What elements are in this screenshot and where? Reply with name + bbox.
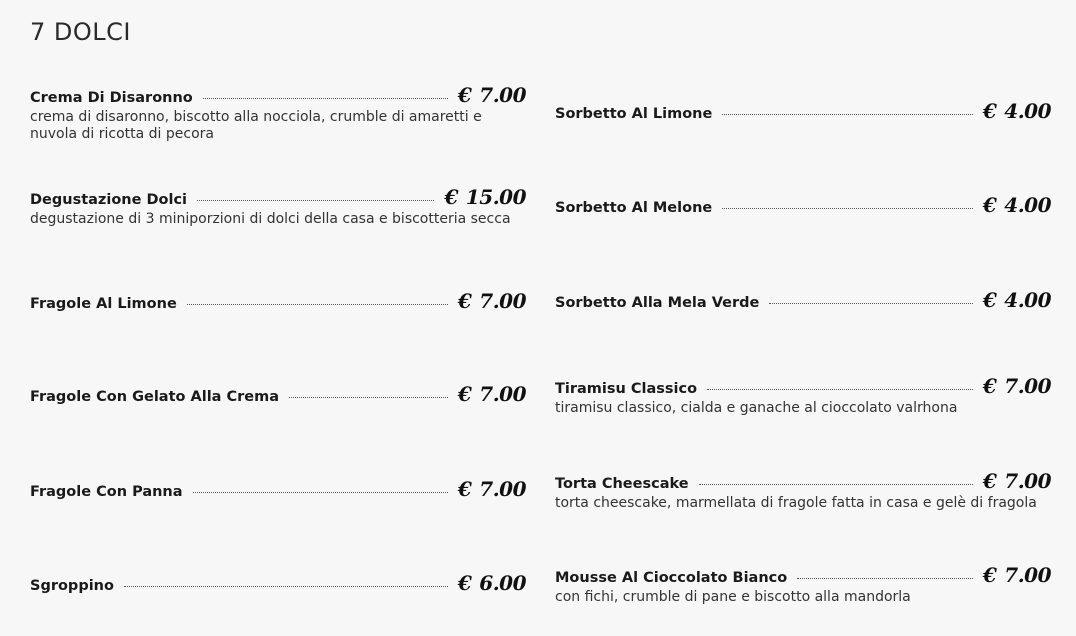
currency-symbol: € [457, 289, 472, 313]
currency-symbol: € [457, 477, 472, 501]
menu-item: Sgroppino € 6.00 [30, 571, 526, 595]
dot-leader [722, 208, 973, 209]
menu-item-header: Torta Cheescake € 7.00 [555, 469, 1051, 493]
menu-item: Mousse Al Cioccolato Bianco € 7.00 con f… [555, 563, 1051, 606]
price-value: 7.00 [479, 83, 526, 107]
menu-item-name: Crema Di Disaronno [30, 90, 193, 106]
menu-item: Torta Cheescake € 7.00 torta cheescake, … [555, 469, 1051, 512]
menu-item-description: tiramisu classico, cialda e ganache al c… [555, 400, 958, 416]
menu-item-description: torta cheescake, marmellata di fragole f… [555, 495, 1037, 511]
menu-item: Fragole Con Panna € 7.00 [30, 477, 526, 501]
menu-item-description: con fichi, crumble di pane e biscotto al… [555, 589, 911, 605]
currency-symbol: € [982, 99, 997, 123]
menu-item-price: € 6.00 [457, 571, 527, 595]
menu-item-price: € 7.00 [982, 563, 1052, 587]
menu-item-name: Mousse Al Cioccolato Bianco [555, 570, 788, 586]
menu-item-price: € 4.00 [982, 193, 1052, 217]
menu-item-name: Tiramisu Classico [555, 381, 698, 397]
dot-leader [123, 586, 448, 587]
menu-item-price: € 7.00 [457, 289, 527, 313]
menu-item-price: € 4.00 [982, 288, 1052, 312]
price-value: 4.00 [1004, 99, 1051, 123]
menu-item-name: Torta Cheescake [555, 476, 689, 492]
price-value: 4.00 [1004, 288, 1051, 312]
menu-item-header: Tiramisu Classico € 7.00 [555, 374, 1051, 398]
menu-item-header: Sorbetto Alla Mela Verde € 4.00 [555, 288, 1051, 312]
menu-item-price: € 7.00 [457, 83, 527, 107]
currency-symbol: € [457, 571, 472, 595]
price-value: 7.00 [479, 382, 526, 406]
menu-item-header: Sorbetto Al Limone € 4.00 [555, 99, 1051, 123]
price-value: 6.00 [479, 571, 526, 595]
price-value: 7.00 [1004, 469, 1051, 493]
price-value: 15.00 [465, 185, 527, 209]
currency-symbol: € [982, 563, 997, 587]
currency-symbol: € [982, 193, 997, 217]
menu-item-name: Fragole Con Panna [30, 484, 183, 500]
menu-item-price: € 7.00 [982, 469, 1052, 493]
dot-leader [289, 397, 448, 398]
menu-item-price: € 7.00 [457, 477, 527, 501]
menu-item: Tiramisu Classico € 7.00 tiramisu classi… [555, 374, 1051, 417]
currency-symbol: € [982, 469, 997, 493]
menu-item: Sorbetto Al Limone € 4.00 [555, 99, 1051, 123]
currency-symbol: € [982, 288, 997, 312]
menu-item-header: Crema Di Disaronno € 7.00 [30, 83, 526, 107]
menu-item-description: degustazione di 3 miniporzioni di dolci … [30, 211, 511, 227]
menu-item-price: € 7.00 [982, 374, 1052, 398]
menu-item-header: Sgroppino € 6.00 [30, 571, 526, 595]
price-value: 7.00 [479, 477, 526, 501]
currency-symbol: € [982, 374, 997, 398]
currency-symbol: € [444, 185, 458, 209]
dot-leader [797, 578, 973, 579]
menu-item: Degustazione Dolci € 15.00 degustazione … [30, 185, 527, 228]
menu-item-price: € 15.00 [444, 185, 526, 209]
menu-item-header: Mousse Al Cioccolato Bianco € 7.00 [555, 563, 1051, 587]
menu-item-name: Sorbetto Alla Mela Verde [555, 295, 760, 311]
menu-item: Fragole Con Gelato Alla Crema € 7.00 [30, 382, 526, 406]
menu-item-header: Degustazione Dolci € 15.00 [30, 185, 527, 209]
menu-item: Sorbetto Alla Mela Verde € 4.00 [555, 288, 1051, 312]
menu-item-price: € 7.00 [457, 382, 527, 406]
menu-item-price: € 4.00 [982, 99, 1052, 123]
dot-leader [722, 114, 973, 115]
price-value: 7.00 [1004, 374, 1051, 398]
menu-item-name: Degustazione Dolci [30, 192, 188, 208]
menu-item-name: Fragole Al Limone [30, 296, 177, 312]
dot-leader [698, 484, 973, 485]
price-value: 7.00 [1004, 563, 1051, 587]
menu-item-header: Fragole Con Panna € 7.00 [30, 477, 526, 501]
menu-item-name: Sorbetto Al Limone [555, 106, 713, 122]
currency-symbol: € [457, 83, 472, 107]
dot-leader [197, 200, 435, 201]
menu-item: Sorbetto Al Melone € 4.00 [555, 193, 1051, 217]
dot-leader [707, 389, 973, 390]
dot-leader [192, 492, 448, 493]
menu-item-header: Fragole Con Gelato Alla Crema € 7.00 [30, 382, 526, 406]
section-title: 7 DOLCI [30, 18, 131, 46]
dot-leader [202, 98, 448, 99]
menu-item: Crema Di Disaronno € 7.00 crema di disar… [30, 83, 526, 143]
price-value: 4.00 [1004, 193, 1051, 217]
menu-item: Fragole Al Limone € 7.00 [30, 289, 526, 313]
dot-leader [186, 304, 448, 305]
menu-item-description: crema di disaronno, biscotto alla noccio… [30, 109, 482, 142]
menu-item-header: Sorbetto Al Melone € 4.00 [555, 193, 1051, 217]
menu-item-header: Fragole Al Limone € 7.00 [30, 289, 526, 313]
price-value: 7.00 [479, 289, 526, 313]
menu-item-name: Fragole Con Gelato Alla Crema [30, 389, 280, 405]
menu-item-name: Sgroppino [30, 578, 114, 594]
menu-item-name: Sorbetto Al Melone [555, 200, 713, 216]
dot-leader [769, 303, 973, 304]
currency-symbol: € [457, 382, 472, 406]
